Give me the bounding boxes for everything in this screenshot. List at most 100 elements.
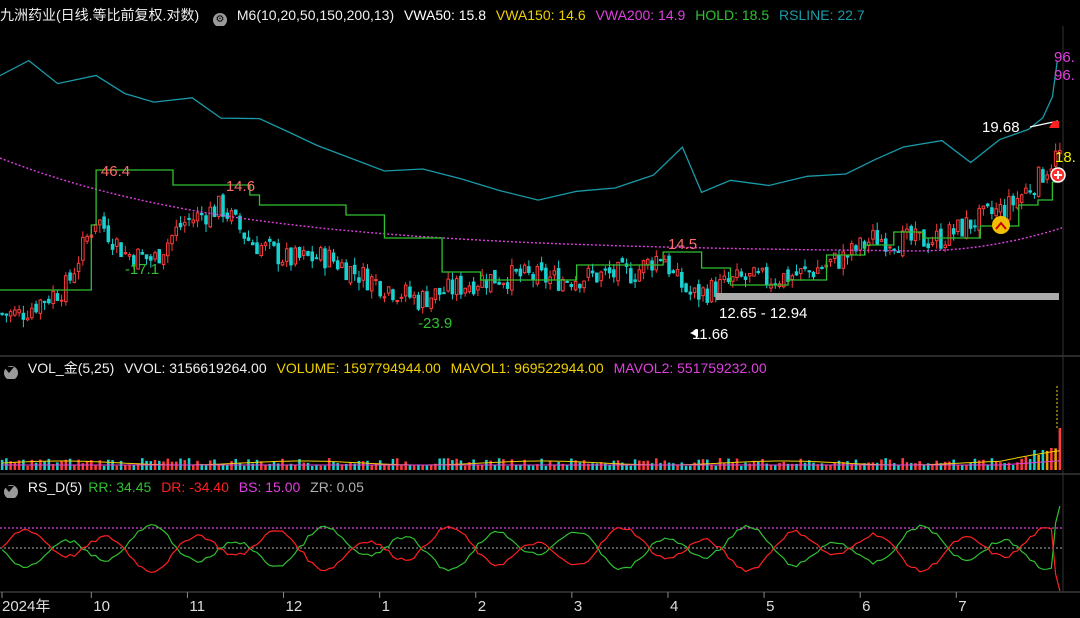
candle-body <box>106 225 111 243</box>
volume-bar <box>400 464 403 470</box>
candle-body <box>8 311 13 317</box>
candle-body <box>297 246 302 258</box>
volume-bar <box>578 462 582 470</box>
candle-body <box>335 260 340 270</box>
volume-bar <box>493 465 497 470</box>
candle-body <box>926 243 930 249</box>
candle-body <box>340 262 344 269</box>
candle-body <box>985 203 990 207</box>
volume-bar <box>570 458 573 470</box>
volume-bar <box>655 458 658 470</box>
volume-bar <box>905 462 909 470</box>
candle-body <box>195 212 200 222</box>
candle-body <box>612 269 616 278</box>
volume-bar <box>948 461 951 470</box>
volume-bar <box>73 465 76 470</box>
candle-body <box>909 225 913 241</box>
candle-body <box>476 285 480 291</box>
volume-bar <box>306 462 310 470</box>
candle-body <box>306 250 310 256</box>
volume-bar <box>327 458 331 470</box>
candle-body <box>161 254 166 266</box>
candle-body <box>323 248 327 269</box>
rs-indicator-name: RS_D(5) <box>27 479 83 495</box>
candle-body <box>85 235 89 242</box>
candle-body <box>960 218 964 237</box>
volume-bar <box>242 465 246 470</box>
x-axis-label: 3 <box>574 598 582 615</box>
candle-body <box>437 287 442 295</box>
dropdown-icon[interactable] <box>4 485 18 498</box>
candle-body <box>565 280 569 283</box>
candle-body <box>395 300 399 303</box>
settings-icon[interactable]: ⚙ <box>213 13 227 26</box>
candle-body <box>1028 190 1032 193</box>
volume-bar <box>446 458 450 470</box>
volume-bar <box>1028 458 1032 470</box>
candle-body <box>301 250 306 256</box>
volume-bar <box>1007 462 1011 470</box>
candle-body <box>255 242 259 255</box>
candle-body <box>72 273 77 283</box>
candle-body <box>208 206 213 228</box>
candle-body <box>216 195 221 217</box>
volume-bar <box>383 465 386 470</box>
candle-body <box>149 256 153 261</box>
candle-body <box>505 282 510 289</box>
candle-body <box>200 212 204 216</box>
dr-value: DR: -34.40 <box>161 479 229 495</box>
candle-body <box>187 217 191 220</box>
price-annotation: 14.6 <box>226 178 255 195</box>
candle-body <box>709 279 714 303</box>
price-annotation: 96. <box>1054 67 1075 84</box>
price-annotation: 96. <box>1054 49 1075 66</box>
volume-bar <box>26 465 29 470</box>
candle-body <box>412 294 416 299</box>
candle-body <box>875 230 879 246</box>
volume-bar <box>47 458 51 470</box>
candle-body <box>493 270 497 284</box>
candle-body <box>51 290 55 305</box>
dropdown-icon[interactable] <box>4 366 18 379</box>
candle-body <box>47 298 51 304</box>
candle-body <box>314 257 319 260</box>
candle-body <box>811 271 816 278</box>
candle-body <box>569 283 574 288</box>
candle-body <box>242 232 247 239</box>
candle-body <box>539 262 544 271</box>
volume-bar <box>310 465 314 470</box>
candle-body <box>501 282 506 285</box>
candle-body <box>943 244 947 249</box>
volume-bar <box>659 463 662 470</box>
volume-bar <box>68 458 72 470</box>
candle-body <box>98 219 102 226</box>
volume-bar <box>858 464 862 470</box>
candle-body <box>671 270 676 274</box>
candle-body <box>123 252 128 255</box>
price-annotation: -17.1 <box>125 261 159 278</box>
stock-chart[interactable]: 46.414.6-17.1-23.914.512.65 - 12.9411.66… <box>0 0 1080 618</box>
candle-body <box>552 270 557 276</box>
candle-body <box>514 269 518 272</box>
candle-body <box>697 284 701 300</box>
bs-value: BS: 15.00 <box>238 479 301 495</box>
volume-bar <box>132 465 136 470</box>
candle-body <box>1041 169 1045 183</box>
volume-bar <box>463 465 467 470</box>
candle-body <box>212 206 217 218</box>
candle-body <box>956 219 960 232</box>
candle-body <box>1007 196 1011 221</box>
candle-body <box>459 275 463 295</box>
volume-bar <box>412 465 416 470</box>
vwa50-value: VWA50: 15.8 <box>404 7 486 23</box>
volume-bar <box>901 458 904 470</box>
candle-body <box>688 291 693 295</box>
volume-bar <box>680 462 684 470</box>
volume-bar <box>820 463 824 470</box>
volume-bar <box>404 461 407 470</box>
candle-body <box>586 267 591 278</box>
rr-series <box>1 505 1061 572</box>
candle-body <box>140 252 145 255</box>
candle-body <box>629 268 633 284</box>
candle-body <box>250 242 255 246</box>
